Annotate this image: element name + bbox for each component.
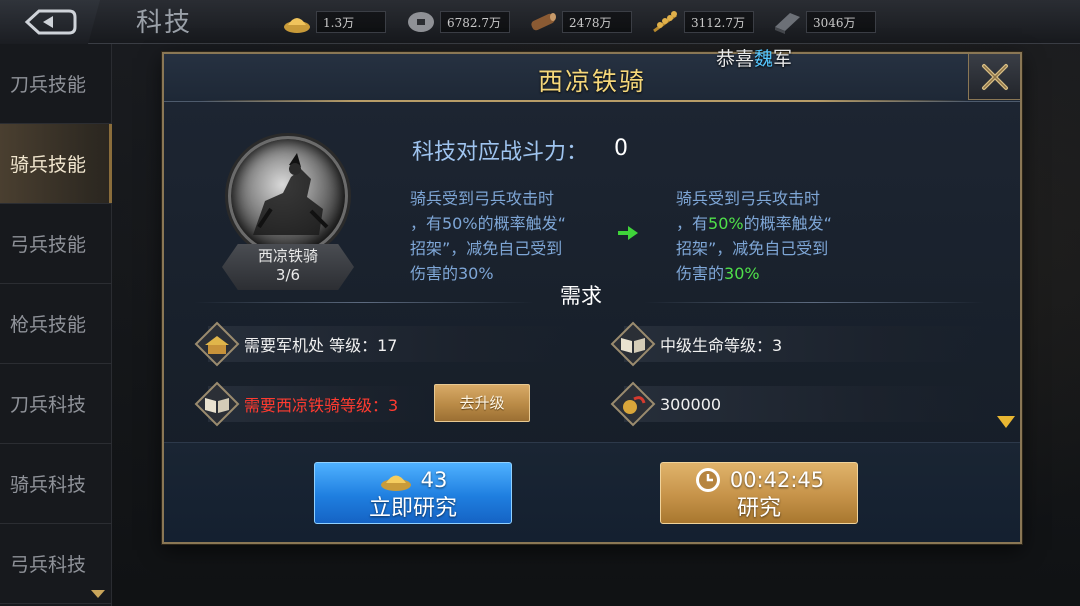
close-button[interactable] xyxy=(968,54,1020,100)
skill-name-plate: 西凉铁骑 3/6 xyxy=(222,244,354,290)
iron-icon xyxy=(775,13,800,34)
sidebar-item-label: 枪兵技能 xyxy=(10,314,87,336)
power-label: 科技对应战斗力： xyxy=(412,140,589,165)
go-upgrade-button[interactable]: 去升级 xyxy=(434,384,530,422)
next-desc-line1: 骑兵受到弓兵攻击时 xyxy=(676,189,821,208)
instant-research-button[interactable]: 43 立即研究 xyxy=(314,462,512,524)
instant-cost-value: 43 xyxy=(420,468,448,492)
sidebar-item-label: 弓兵技能 xyxy=(10,234,87,256)
book-icon xyxy=(610,321,656,367)
page-title: 科技 xyxy=(136,8,193,38)
cavalry-knight-icon xyxy=(253,153,329,235)
sidebar-item-label: 刀兵技能 xyxy=(10,74,87,96)
next-desc-text: 的概率触发“ xyxy=(743,214,832,233)
research-timer: 00:42:45 xyxy=(661,465,857,495)
next-effect-description: 骑兵受到弓兵攻击时 ，有50%的概率触发“ 招架”，减免自己受到 伤害的30% xyxy=(676,186,866,286)
sidebar-item-saber-tech[interactable]: 刀兵科技 xyxy=(0,364,112,444)
top-bar: 科技 1.3万 6782.7万 2478万 3112.7万 3046万 xyxy=(0,0,1080,44)
back-arrow-icon xyxy=(24,9,77,35)
close-icon xyxy=(981,63,1008,90)
requirements-title: 需求 xyxy=(560,284,602,308)
requirement-text: 需要军机处 等级：17 xyxy=(244,336,398,355)
next-desc-reduction: 30% xyxy=(724,264,760,283)
skill-portrait xyxy=(228,136,348,256)
resource-iron-value: 3046万 xyxy=(806,11,876,33)
next-desc-line4: 伤害的30% xyxy=(676,261,866,286)
sidebar-item-cavalry-skill[interactable]: 骑兵技能 xyxy=(0,124,112,204)
scroll-down-icon[interactable] xyxy=(90,588,106,600)
resource-gold[interactable]: 1.3万 xyxy=(282,10,386,34)
skill-level: 3/6 xyxy=(275,266,301,284)
requirements-divider-right xyxy=(644,302,984,303)
research-button[interactable]: 00:42:45 研究 xyxy=(660,462,858,524)
research-label: 研究 xyxy=(736,496,781,521)
requirements-divider-left xyxy=(194,302,534,303)
requirement-row: 需要西凉铁骑等级：3 xyxy=(208,386,428,422)
congrats-broadcast: 恭喜魏军 xyxy=(716,44,792,71)
coin-icon xyxy=(408,12,434,32)
requirement-text: 中级生命等级：3 xyxy=(660,336,783,355)
back-button[interactable] xyxy=(0,0,100,44)
wood-icon xyxy=(531,13,556,31)
congrats-suffix: 军 xyxy=(773,48,793,70)
resource-iron[interactable]: 3046万 xyxy=(772,10,876,34)
requirement-text: 需要西凉铁骑等级：3 xyxy=(244,396,399,415)
title-divider xyxy=(200,100,970,102)
next-desc-text: 伤害的 xyxy=(676,264,725,283)
resource-grain-value: 3112.7万 xyxy=(684,11,754,33)
next-desc-chance: 50% xyxy=(708,214,744,233)
next-desc-text: ，有 xyxy=(676,214,709,233)
resource-gold-value: 1.3万 xyxy=(316,11,386,33)
gold-ingot-icon xyxy=(284,18,310,33)
current-effect-description: 骑兵受到弓兵攻击时 ，有50%的概率触发“ 招架”，减免自己受到 伤害的30% xyxy=(410,186,600,286)
congrats-prefix: 恭喜 xyxy=(716,48,755,70)
next-desc-line3: 招架”，减免自己受到 xyxy=(676,239,829,258)
resource-grain[interactable]: 3112.7万 xyxy=(650,10,754,34)
sidebar-item-archer-skill[interactable]: 弓兵技能 xyxy=(0,204,112,284)
sidebar-item-label: 弓兵科技 xyxy=(10,554,87,576)
instant-cost: 43 xyxy=(315,465,511,495)
sidebar-item-label: 骑兵科技 xyxy=(10,474,87,496)
requirement-text: 300000 xyxy=(660,394,722,414)
instant-research-label: 立即研究 xyxy=(368,496,457,521)
sidebar: 刀兵技能 骑兵技能 弓兵技能 枪兵技能 刀兵科技 骑兵科技 弓兵科技 xyxy=(0,44,112,606)
requirement-row: 中级生命等级：3 xyxy=(624,326,984,362)
requirement-row: 需要军机处 等级：17 xyxy=(208,326,568,362)
resource-wood[interactable]: 2478万 xyxy=(528,10,632,34)
book-icon xyxy=(194,381,240,427)
military-office-icon xyxy=(194,321,240,367)
coin-bag-icon xyxy=(610,381,656,427)
congrats-faction: 魏 xyxy=(754,48,774,70)
resource-coin-value: 6782.7万 xyxy=(440,11,510,33)
current-desc-line1: 骑兵受到弓兵攻击时 xyxy=(410,189,555,208)
modal-title: 西凉铁骑 xyxy=(537,67,646,96)
requirement-row: 300000 xyxy=(624,386,984,422)
grain-icon xyxy=(653,11,677,33)
sidebar-item-cavalry-tech[interactable]: 骑兵科技 xyxy=(0,444,112,524)
sidebar-item-label: 刀兵科技 xyxy=(10,394,87,416)
next-desc-line2: ，有50%的概率触发“ xyxy=(676,211,866,236)
gold-ingot-icon xyxy=(380,475,411,491)
tech-detail-modal: 西凉铁骑 西凉铁骑 3/6 科技对应战斗力： 0 骑兵受到弓兵攻击时 ，有50%… xyxy=(162,52,1022,544)
current-desc-line2: ，有50%的概率触发“ xyxy=(410,214,566,233)
scroll-down-icon[interactable] xyxy=(996,414,1016,430)
resource-coin[interactable]: 6782.7万 xyxy=(406,10,510,34)
sidebar-item-spear-skill[interactable]: 枪兵技能 xyxy=(0,284,112,364)
clock-icon xyxy=(695,468,720,492)
sidebar-item-saber-skill[interactable]: 刀兵技能 xyxy=(0,44,112,124)
current-desc-line3: 招架”，减免自己受到 xyxy=(410,239,563,258)
action-bar xyxy=(164,442,1020,542)
research-timer-value: 00:42:45 xyxy=(729,468,825,492)
power-value: 0 xyxy=(614,136,628,161)
skill-name: 西凉铁骑 xyxy=(257,247,318,265)
sidebar-item-label: 骑兵技能 xyxy=(10,154,87,176)
resource-wood-value: 2478万 xyxy=(562,11,632,33)
arrow-right-icon xyxy=(618,226,638,240)
